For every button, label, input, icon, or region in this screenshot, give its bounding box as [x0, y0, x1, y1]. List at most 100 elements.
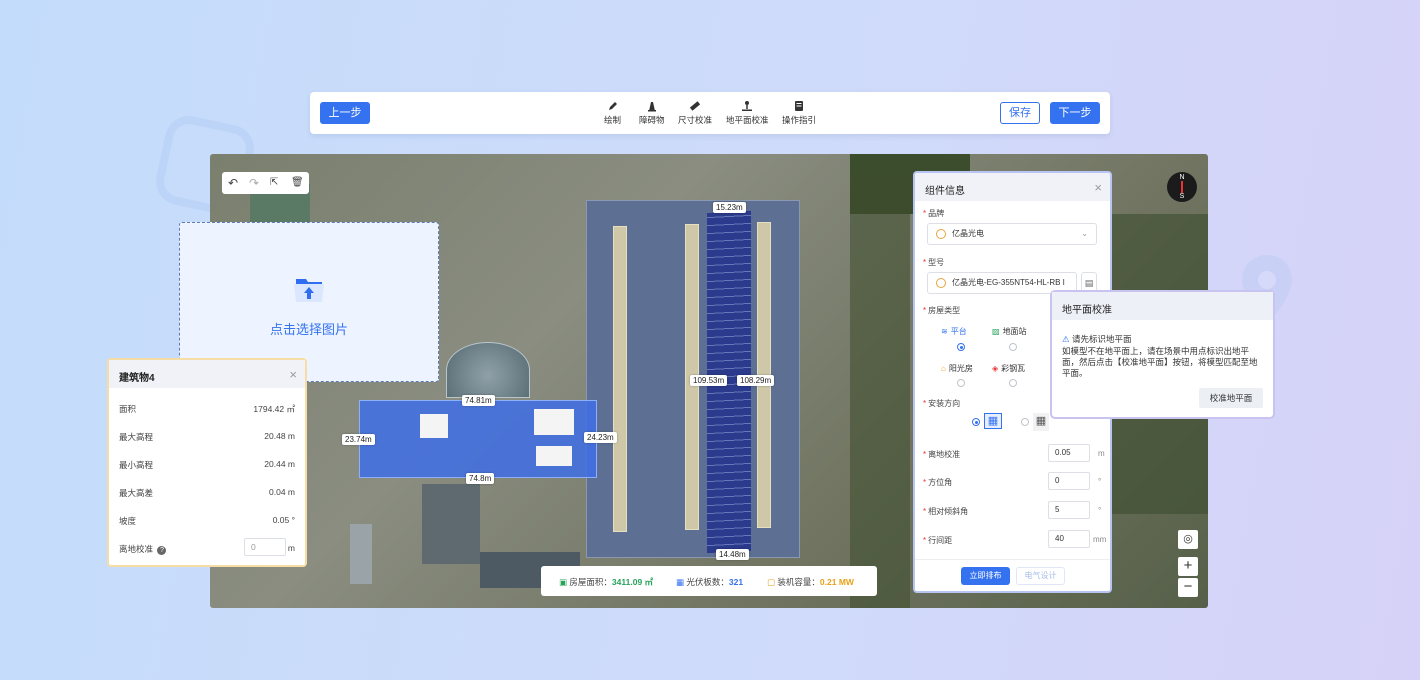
- azimuth-input[interactable]: 0: [1048, 472, 1090, 490]
- dimension-label: 24.23m: [584, 432, 617, 443]
- prev-step-button[interactable]: 上一步: [320, 102, 370, 124]
- ground-calibration-input[interactable]: 0: [244, 538, 286, 556]
- orientation-landscape-radio[interactable]: [972, 418, 980, 426]
- save-button[interactable]: 保存: [1000, 102, 1040, 124]
- chevron-down-icon: ⌄: [1081, 229, 1088, 238]
- ground-offset-input[interactable]: 0.05: [1048, 444, 1090, 462]
- portrait-grid-icon[interactable]: ▦: [1033, 413, 1049, 431]
- building-row: 最小高程 20.44 m: [119, 459, 295, 471]
- unit-label: °: [1098, 506, 1102, 515]
- folder-upload-icon: [294, 279, 324, 302]
- skylight-strip: [613, 226, 627, 532]
- dome-structure: [446, 342, 530, 398]
- warning-icon: ⚠: [1062, 334, 1070, 344]
- ground-level-icon: [742, 101, 753, 111]
- roof-obstacle: [420, 414, 448, 438]
- ground-station-icon: ▨: [992, 327, 1000, 336]
- compass-icon[interactable]: N S: [1167, 172, 1197, 202]
- building-row: 最大高程 20.48 m: [119, 431, 295, 443]
- color-steel-icon: ◈: [992, 364, 999, 373]
- panel-count-stat: ▦ 光伏板数：321: [676, 577, 744, 587]
- ruler-icon: [689, 101, 701, 111]
- tool-label: 操作指引: [782, 115, 817, 125]
- undo-icon[interactable]: ↶: [228, 176, 238, 190]
- model-label: * 型号: [923, 258, 945, 267]
- row-value: 0.05 °: [272, 515, 295, 525]
- orientation-portrait-radio[interactable]: [1021, 418, 1029, 426]
- tool-label: 障碍物: [639, 115, 665, 125]
- area-icon: ▣: [559, 577, 568, 587]
- building-row: 最大高差 0.04 m: [119, 487, 295, 499]
- unit-label: °: [1098, 477, 1102, 486]
- brand-label: * 品牌: [923, 209, 945, 218]
- dimension-label: 74.8m: [466, 473, 495, 484]
- calibrate-ground-button[interactable]: 校准地平面: [1199, 388, 1263, 408]
- pen-icon: [608, 102, 617, 110]
- select-pointer-icon[interactable]: ⇱: [270, 177, 278, 188]
- roof-type-platform[interactable]: ≋ 平台: [941, 326, 967, 337]
- roof-type-sunroom-radio[interactable]: [957, 379, 965, 387]
- locate-icon[interactable]: ◎: [1178, 530, 1198, 549]
- solar-panel-icon: ▦: [676, 577, 685, 587]
- calibration-instructions: 如模型不在地平面上，请在场景中用点标识出地平面，然后点击【校准地平面】按钮，将模…: [1062, 346, 1258, 378]
- roof-type-sunroom[interactable]: ⌂ 阳光房: [941, 363, 973, 374]
- delete-icon[interactable]: 🗑: [291, 177, 304, 188]
- roof-type-ground-station[interactable]: ▨ 地面站: [992, 326, 1027, 337]
- row-label: 最大高差: [119, 488, 154, 498]
- ground-calibration-title: 地平面校准: [1052, 292, 1273, 320]
- field-label: * 方位角: [923, 478, 953, 487]
- roof-area-stat: ▣ 房屋面积：3411.09 ㎡: [559, 577, 654, 587]
- dimension-label: 74.81m: [462, 395, 495, 406]
- roof-type-color-steel[interactable]: ◈ 彩钢瓦: [992, 363, 1025, 374]
- tool-size-calibration[interactable]: 尺寸校准: [678, 100, 712, 126]
- tool-label: 尺寸校准: [678, 115, 713, 125]
- landscape-grid-icon[interactable]: ▦: [984, 413, 1002, 429]
- help-icon[interactable]: ?: [157, 546, 167, 555]
- tool-label: 地平面校准: [726, 115, 769, 125]
- divider: [915, 559, 1110, 560]
- electrical-design-button[interactable]: 电气设计: [1016, 567, 1065, 585]
- lower-structure: [422, 484, 480, 564]
- capacity-icon: ▢: [767, 577, 776, 587]
- compass-north: N: [1179, 174, 1185, 181]
- row-label: 最大高程: [119, 432, 154, 442]
- orientation-label: * 安装方向: [923, 399, 961, 408]
- tilt-angle-input[interactable]: 5: [1048, 501, 1090, 519]
- tool-ground-calibration[interactable]: 地平面校准: [726, 100, 769, 126]
- roof-type-label: * 房屋类型: [923, 306, 961, 315]
- row-spacing-input[interactable]: 40: [1048, 530, 1090, 548]
- field-label: * 行间距: [923, 536, 953, 545]
- row-label: 坡度: [119, 516, 137, 526]
- close-icon[interactable]: ×: [289, 367, 297, 382]
- field-label: * 相对倾斜角: [923, 507, 969, 516]
- model-value: 亿晶光电-EG-355NT54-HL-RB I: [952, 278, 1065, 287]
- arrange-now-button[interactable]: 立即排布: [961, 567, 1010, 585]
- brand-logo-icon: [936, 278, 946, 288]
- redo-icon[interactable]: ↷: [249, 176, 259, 190]
- brand-logo-icon: [936, 229, 946, 239]
- building-info-panel: 建筑物4 × 面积 1794.42 ㎡ 最大高程 20.48 m 最小高程 20.44…: [107, 358, 307, 567]
- tool-obstacle[interactable]: 障碍物: [639, 100, 665, 126]
- lower-structure: [350, 524, 372, 584]
- row-label: 离地校准: [119, 544, 154, 554]
- roof-type-platform-radio[interactable]: [957, 343, 965, 351]
- obstacle-icon: [647, 102, 656, 112]
- warning-line: ⚠ 请先标识地平面: [1062, 334, 1132, 344]
- close-icon[interactable]: ×: [1094, 180, 1102, 195]
- sunroom-icon: ⌂: [941, 364, 946, 373]
- brand-select[interactable]: 亿晶光电 ⌄: [927, 223, 1097, 245]
- roof-type-color-steel-radio[interactable]: [1009, 379, 1017, 387]
- ground-calibration-panel: 地平面校准 ⚠ 请先标识地平面 如模型不在地平面上，请在场景中用点标识出地平面，…: [1050, 290, 1275, 419]
- tool-guide[interactable]: 操作指引: [782, 100, 816, 126]
- dimension-label: 109.53m: [690, 375, 728, 386]
- guide-icon: [795, 101, 803, 111]
- zoom-out-button[interactable]: −: [1178, 578, 1198, 597]
- next-step-button[interactable]: 下一步: [1050, 102, 1100, 124]
- field-label: * 离地校准: [923, 450, 961, 459]
- roof-type-ground-station-radio[interactable]: [1009, 343, 1017, 351]
- compass-needle: [1181, 181, 1183, 193]
- top-toolbar: 上一步 绘制 障碍物 尺寸校准 地平面校准 操作指引 保存 下一步: [310, 92, 1110, 134]
- installed-capacity-stat: ▢ 装机容量：0.21 MW: [767, 577, 854, 587]
- zoom-in-button[interactable]: +: [1178, 557, 1198, 576]
- tool-draw[interactable]: 绘制: [604, 100, 621, 126]
